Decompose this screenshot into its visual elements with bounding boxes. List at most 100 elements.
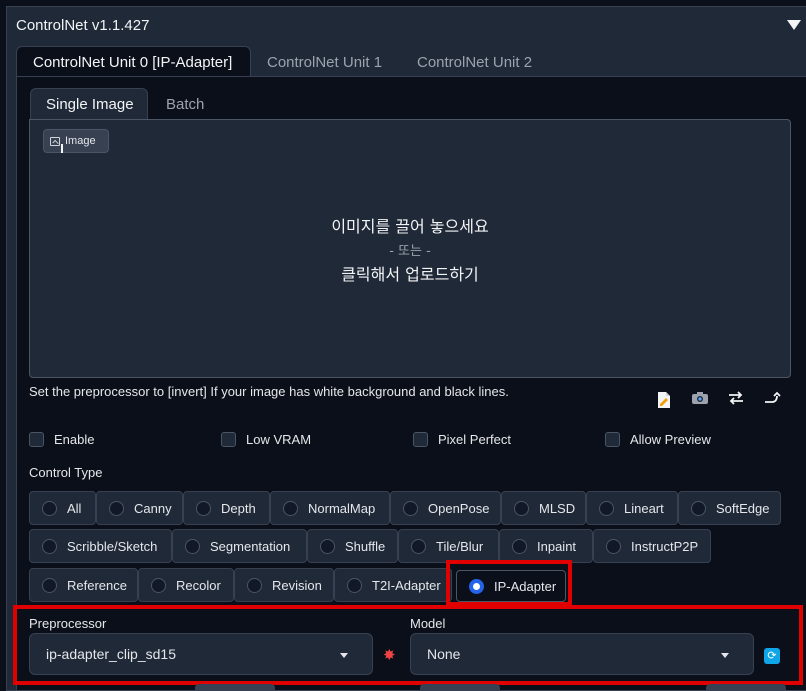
allow-preview-checkbox[interactable]: Allow Preview [605, 432, 711, 447]
radio-inpaint[interactable]: Inpaint [499, 529, 593, 563]
low-vram-checkbox-box[interactable] [221, 432, 236, 447]
allow-preview-label: Allow Preview [630, 432, 711, 447]
radio-label: OpenPose [428, 500, 490, 516]
radio-dot[interactable] [606, 538, 621, 554]
radio-canny[interactable]: Canny [96, 491, 183, 525]
image-icon [50, 136, 60, 146]
radio-depth[interactable]: Depth [183, 491, 270, 525]
enable-checkbox[interactable]: Enable [29, 432, 94, 447]
camera-icon[interactable] [691, 391, 709, 409]
radio-label: Canny [134, 500, 172, 516]
radio-label: T2I-Adapter [372, 577, 441, 593]
radio-dot[interactable] [42, 500, 57, 516]
radio-dot[interactable] [403, 500, 418, 516]
radio-segmentation[interactable]: Segmentation [172, 529, 307, 563]
preprocessor-label: Preprocessor [29, 616, 107, 631]
ip-adapter-highlight [446, 560, 572, 606]
radio-dot[interactable] [196, 500, 211, 516]
clipped-control [420, 684, 500, 691]
control-type-label: Control Type [29, 465, 103, 480]
image-badge-label: Image [65, 135, 96, 147]
radio-reference[interactable]: Reference [29, 568, 138, 602]
radio-all[interactable]: All [29, 491, 96, 525]
tab-unit-2[interactable]: ControlNet Unit 2 [417, 54, 532, 71]
radio-label: Reference [67, 577, 127, 593]
radio-lineart[interactable]: Lineart [586, 491, 678, 525]
radio-dot[interactable] [514, 500, 529, 516]
radio-label: Shuffle [345, 538, 386, 554]
image-badge: Image [43, 129, 109, 153]
radio-scribble-sketch[interactable]: Scribble/Sketch [29, 529, 172, 563]
radio-dot[interactable] [512, 538, 527, 554]
clipped-control [706, 684, 786, 691]
radio-label: MLSD [539, 500, 576, 516]
radio-revision[interactable]: Revision [234, 568, 334, 602]
text-cursor-icon [61, 144, 63, 153]
chevron-down-icon[interactable] [340, 653, 348, 658]
enable-checkbox-box[interactable] [29, 432, 44, 447]
click-upload-text: 클릭해서 업로드하기 [341, 265, 479, 284]
refresh-models-icon[interactable]: ⟳ [764, 648, 780, 664]
preprocessor-hint: Set the preprocessor to [invert] If your… [29, 384, 509, 399]
radio-t2i-adapter[interactable]: T2I-Adapter [334, 568, 452, 602]
new-canvas-icon[interactable] [655, 391, 673, 409]
run-preprocessor-icon[interactable]: ✸ [383, 646, 396, 664]
enable-label: Enable [54, 432, 95, 447]
radio-dot[interactable] [347, 577, 362, 593]
radio-label: NormalMap [308, 500, 376, 516]
radio-dot[interactable] [42, 538, 57, 554]
radio-dot[interactable] [691, 500, 706, 516]
radio-dot[interactable] [411, 538, 426, 554]
allow-preview-checkbox-box[interactable] [605, 432, 620, 447]
low-vram-label: Low VRAM [246, 432, 312, 447]
send-dimensions-icon[interactable] [763, 391, 781, 409]
tab-unit-1[interactable]: ControlNet Unit 1 [267, 54, 382, 71]
radio-label: Revision [272, 577, 322, 593]
radio-dot[interactable] [247, 577, 262, 593]
radio-dot[interactable] [151, 577, 166, 593]
tab-batch[interactable]: Batch [166, 96, 204, 113]
radio-instructp2p[interactable]: InstructP2P [593, 529, 711, 563]
panel-title[interactable]: ControlNet v1.1.427 [16, 17, 149, 34]
clipped-control [195, 684, 275, 691]
preprocessor-value: ip-adapter_clip_sd15 [46, 646, 176, 662]
radio-label: Depth [221, 500, 256, 516]
radio-dot[interactable] [185, 538, 200, 554]
preprocessor-select[interactable]: ip-adapter_clip_sd15 [29, 633, 373, 675]
radio-label: Scribble/Sketch [67, 538, 158, 554]
radio-dot[interactable] [599, 500, 614, 516]
radio-recolor[interactable]: Recolor [138, 568, 234, 602]
radio-tile-blur[interactable]: Tile/Blur [398, 529, 499, 563]
radio-dot[interactable] [283, 500, 298, 516]
low-vram-checkbox[interactable]: Low VRAM [221, 432, 311, 447]
radio-dot[interactable] [320, 538, 335, 554]
radio-shuffle[interactable]: Shuffle [307, 529, 398, 563]
pixel-perfect-checkbox-box[interactable] [413, 432, 428, 447]
radio-label: All [67, 500, 82, 516]
radio-dot[interactable] [109, 500, 124, 516]
radio-normalmap[interactable]: NormalMap [270, 491, 390, 525]
chevron-down-icon[interactable] [721, 653, 729, 658]
model-select[interactable]: None [410, 633, 754, 675]
radio-label: Segmentation [210, 538, 291, 554]
radio-label: SoftEdge [716, 500, 770, 516]
tab-single-image[interactable]: Single Image [46, 96, 134, 113]
drop-separator: - 또는 - [389, 244, 431, 259]
radio-label: InstructP2P [631, 538, 699, 554]
model-value: None [427, 646, 461, 662]
radio-label: Inpaint [537, 538, 577, 554]
tab-unit-0[interactable]: ControlNet Unit 0 [IP-Adapter] [33, 54, 232, 71]
radio-label: Lineart [624, 500, 664, 516]
radio-dot[interactable] [42, 577, 57, 593]
collapse-triangle-icon[interactable] [787, 20, 801, 30]
pixel-perfect-label: Pixel Perfect [438, 432, 511, 447]
radio-mlsd[interactable]: MLSD [501, 491, 586, 525]
radio-label: Recolor [176, 577, 221, 593]
pixel-perfect-checkbox[interactable]: Pixel Perfect [413, 432, 511, 447]
radio-softedge[interactable]: SoftEdge [678, 491, 781, 525]
model-label: Model [410, 616, 446, 631]
radio-openpose[interactable]: OpenPose [390, 491, 501, 525]
radio-label: Tile/Blur [436, 538, 484, 554]
swap-icon[interactable] [727, 391, 745, 409]
drop-instruction: 이미지를 끌어 놓으세요 [331, 217, 489, 236]
